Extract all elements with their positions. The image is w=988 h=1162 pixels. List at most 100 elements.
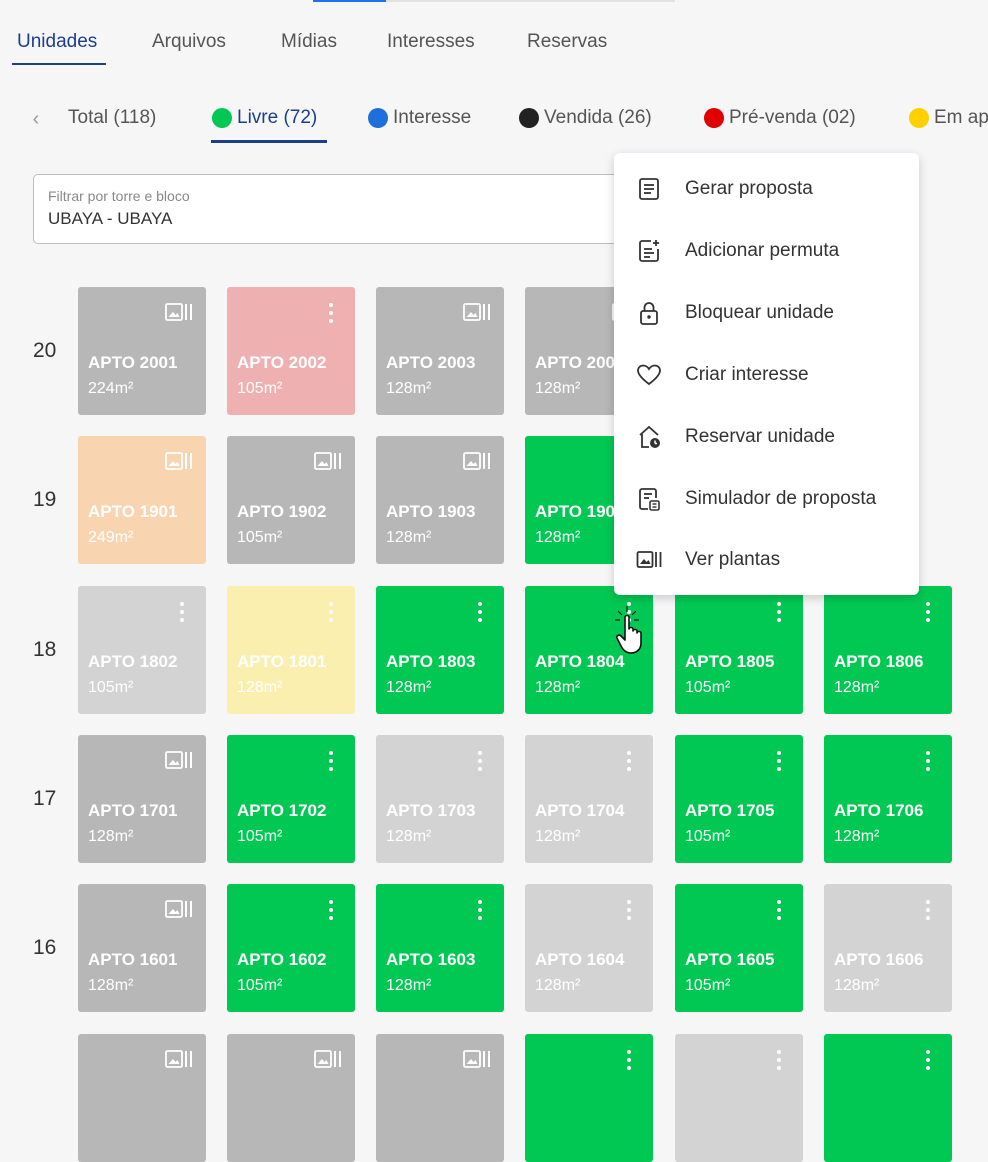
unit-card[interactable]: APTO 1603 128m² bbox=[376, 884, 504, 1012]
unit-area: 105m² bbox=[88, 679, 134, 696]
status-dot-yellow bbox=[909, 108, 929, 128]
unit-card[interactable]: APTO 2002 105m² bbox=[227, 287, 355, 415]
filter-vendida[interactable]: Vendida (26) bbox=[519, 107, 652, 129]
unit-name: APTO 1705 bbox=[685, 801, 775, 820]
filter-pre-venda-label: Pré-venda (02) bbox=[729, 107, 856, 128]
floor-plan-icon[interactable] bbox=[463, 1049, 493, 1074]
unit-name: APTO 1604 bbox=[535, 950, 625, 969]
menu-item-adicionar-permuta[interactable]: Adicionar permuta bbox=[614, 225, 919, 277]
more-vert-icon[interactable] bbox=[627, 1050, 631, 1070]
unit-name: APTO 1602 bbox=[237, 950, 327, 969]
unit-area: 128m² bbox=[535, 679, 581, 696]
unit-card[interactable]: APTO 1805 105m² bbox=[675, 586, 803, 714]
unit-card[interactable]: APTO 1901 249m² bbox=[78, 436, 206, 564]
tower-filter-field[interactable]: Filtrar por torre e bloco UBAYA - UBAYA bbox=[33, 174, 673, 244]
unit-card[interactable]: APTO 1702 105m² bbox=[227, 735, 355, 863]
unit-area: 128m² bbox=[834, 679, 880, 696]
unit-card[interactable] bbox=[675, 1034, 803, 1162]
unit-card[interactable]: APTO 1803 128m² bbox=[376, 586, 504, 714]
chevron-left-icon[interactable]: ‹ bbox=[25, 108, 47, 130]
filter-vendida-label: Vendida (26) bbox=[544, 107, 652, 128]
menu-item-criar-interesse[interactable]: Criar interesse bbox=[614, 349, 919, 401]
unit-card[interactable] bbox=[824, 1034, 952, 1162]
more-vert-icon[interactable] bbox=[926, 602, 930, 622]
filter-pre-venda[interactable]: Pré-venda (02) bbox=[704, 107, 856, 129]
menu-item-gerar-proposta[interactable]: Gerar proposta bbox=[614, 163, 919, 215]
unit-card[interactable]: APTO 1705 105m² bbox=[675, 735, 803, 863]
more-vert-icon[interactable] bbox=[627, 900, 631, 920]
filter-livre[interactable]: Livre (72) bbox=[212, 107, 317, 129]
unit-card[interactable]: APTO 1602 105m² bbox=[227, 884, 355, 1012]
tab-unidades[interactable]: Unidades bbox=[17, 31, 97, 53]
floor-plan-icon[interactable] bbox=[463, 451, 493, 476]
top-scroll-thumb bbox=[313, 0, 386, 2]
floor-plan-icon[interactable] bbox=[463, 302, 493, 327]
more-vert-icon[interactable] bbox=[478, 900, 482, 920]
unit-card[interactable]: APTO 1903 128m² bbox=[376, 436, 504, 564]
unit-card[interactable]: APTO 1601 128m² bbox=[78, 884, 206, 1012]
more-vert-icon[interactable] bbox=[478, 602, 482, 622]
floor-plan-icon[interactable] bbox=[165, 1049, 195, 1074]
menu-item-reservar-unidade[interactable]: Reservar unidade bbox=[614, 411, 919, 463]
floor-plan-icon[interactable] bbox=[165, 750, 195, 775]
more-vert-icon[interactable] bbox=[926, 900, 930, 920]
unit-card[interactable]: APTO 1706 128m² bbox=[824, 735, 952, 863]
more-vert-icon[interactable] bbox=[329, 751, 333, 771]
menu-item-bloquear-unidade[interactable]: Bloquear unidade bbox=[614, 287, 919, 339]
unit-name: APTO 1701 bbox=[88, 801, 178, 820]
unit-card[interactable] bbox=[525, 1034, 653, 1162]
unit-card[interactable]: APTO 1801 128m² bbox=[227, 586, 355, 714]
more-vert-icon[interactable] bbox=[777, 1050, 781, 1070]
unit-area: 128m² bbox=[386, 828, 432, 845]
menu-item-simulador-de-proposta[interactable]: Simulador de proposta bbox=[614, 473, 919, 525]
floor-plan-icon[interactable] bbox=[314, 451, 344, 476]
unit-card[interactable]: APTO 1902 105m² bbox=[227, 436, 355, 564]
more-vert-icon[interactable] bbox=[926, 751, 930, 771]
more-vert-icon[interactable] bbox=[926, 1050, 930, 1070]
unit-card[interactable]: APTO 2003 128m² bbox=[376, 287, 504, 415]
unit-card[interactable]: APTO 1604 128m² bbox=[525, 884, 653, 1012]
more-vert-icon[interactable] bbox=[777, 751, 781, 771]
more-vert-icon[interactable] bbox=[478, 751, 482, 771]
tab-reservas[interactable]: Reservas bbox=[527, 31, 607, 53]
tab-midias[interactable]: Mídias bbox=[281, 31, 337, 53]
filter-interesse-label: Interesse bbox=[393, 107, 472, 128]
filter-em-ap[interactable]: Em ap bbox=[909, 107, 988, 129]
unit-name: APTO 1805 bbox=[685, 652, 775, 671]
unit-card[interactable]: APTO 1703 128m² bbox=[376, 735, 504, 863]
unit-card[interactable] bbox=[376, 1034, 504, 1162]
unit-card[interactable]: APTO 1701 128m² bbox=[78, 735, 206, 863]
unit-card[interactable] bbox=[78, 1034, 206, 1162]
unit-card[interactable]: APTO 1802 105m² bbox=[78, 586, 206, 714]
menu-item-label: Gerar proposta bbox=[685, 178, 813, 199]
unit-name: APTO 1901 bbox=[88, 502, 178, 521]
tab-interesses[interactable]: Interesses bbox=[387, 31, 475, 53]
filter-interesse[interactable]: Interesse bbox=[368, 107, 471, 129]
unit-card[interactable]: APTO 1806 128m² bbox=[824, 586, 952, 714]
more-vert-icon[interactable] bbox=[329, 303, 333, 323]
unit-card[interactable] bbox=[227, 1034, 355, 1162]
unit-name: APTO 1706 bbox=[834, 801, 924, 820]
tab-arquivos[interactable]: Arquivos bbox=[152, 31, 226, 53]
filter-total[interactable]: Total (118) bbox=[68, 107, 156, 129]
more-vert-icon[interactable] bbox=[329, 900, 333, 920]
home-clock-icon bbox=[639, 425, 660, 448]
floor-plan-icon[interactable] bbox=[314, 1049, 344, 1074]
more-vert-icon[interactable] bbox=[777, 602, 781, 622]
more-vert-icon[interactable] bbox=[180, 602, 184, 622]
more-vert-icon[interactable] bbox=[329, 602, 333, 622]
more-vert-icon[interactable] bbox=[777, 900, 781, 920]
menu-item-label: Adicionar permuta bbox=[685, 240, 840, 261]
unit-name: APTO 1801 bbox=[237, 652, 327, 671]
unit-card[interactable]: APTO 1606 128m² bbox=[824, 884, 952, 1012]
unit-area: 128m² bbox=[88, 977, 134, 994]
menu-item-ver-plantas[interactable]: Ver plantas bbox=[614, 534, 919, 586]
floor-plan-icon[interactable] bbox=[165, 899, 195, 924]
unit-card[interactable]: APTO 1605 105m² bbox=[675, 884, 803, 1012]
unit-card[interactable]: APTO 2001 224m² bbox=[78, 287, 206, 415]
unit-card[interactable]: APTO 1704 128m² bbox=[525, 735, 653, 863]
unit-name: APTO 2001 bbox=[88, 353, 178, 372]
floor-plan-icon[interactable] bbox=[165, 302, 195, 327]
floor-plan-icon[interactable] bbox=[165, 451, 195, 476]
more-vert-icon[interactable] bbox=[627, 751, 631, 771]
